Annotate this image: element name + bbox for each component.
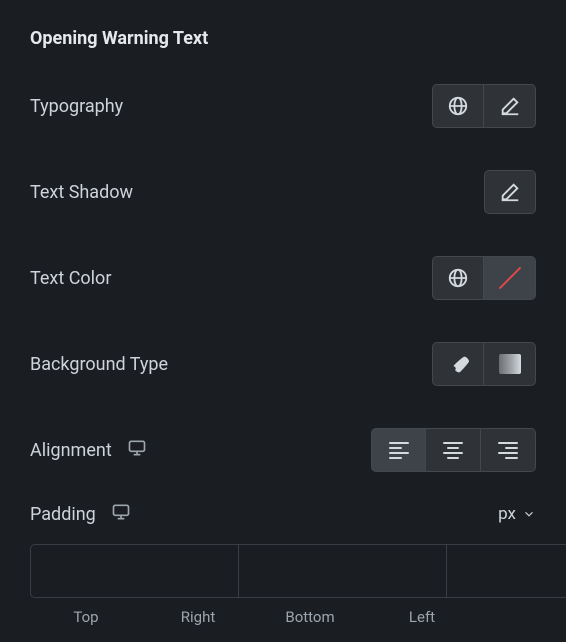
align-center-button[interactable] (426, 428, 481, 472)
align-left-icon (389, 442, 409, 459)
gradient-icon (499, 354, 521, 374)
alignment-controls (371, 428, 536, 472)
desktop-icon (111, 502, 131, 522)
alignment-responsive-button[interactable] (127, 438, 147, 462)
text-color-label: Text Color (30, 268, 111, 289)
padding-responsive-button[interactable] (111, 502, 131, 526)
text-shadow-controls (484, 170, 536, 214)
text-color-row: Text Color (30, 256, 536, 300)
background-type-row: Background Type (30, 342, 536, 386)
padding-side-labels: Top Right Bottom Left (30, 608, 536, 626)
text-shadow-label: Text Shadow (30, 182, 133, 203)
align-left-button[interactable] (371, 428, 426, 472)
text-shadow-edit-button[interactable] (484, 170, 536, 214)
globe-icon (447, 267, 469, 289)
padding-bottom-label: Bottom (254, 608, 366, 626)
text-shadow-row: Text Shadow (30, 170, 536, 214)
background-type-controls (432, 342, 536, 386)
text-color-controls (432, 256, 536, 300)
typography-controls (432, 84, 536, 128)
padding-top-input[interactable] (30, 544, 239, 598)
background-classic-button[interactable] (432, 342, 484, 386)
typography-edit-button[interactable] (484, 84, 536, 128)
align-right-button[interactable] (481, 428, 536, 472)
padding-bottom-input[interactable] (447, 544, 566, 598)
background-type-label: Background Type (30, 354, 168, 375)
chevron-down-icon (522, 507, 536, 521)
padding-top-label: Top (30, 608, 142, 626)
globe-icon (447, 95, 469, 117)
padding-label: Padding (30, 504, 96, 525)
padding-right-label: Right (142, 608, 254, 626)
padding-unit-select[interactable]: px (498, 504, 536, 524)
padding-row: Padding px (30, 502, 536, 526)
alignment-label: Alignment (30, 440, 112, 461)
text-color-global-button[interactable] (432, 256, 484, 300)
pencil-icon (499, 181, 521, 203)
align-center-icon (443, 442, 463, 459)
padding-inputs (30, 544, 536, 598)
background-gradient-button[interactable] (484, 342, 536, 386)
padding-unit-value: px (498, 504, 516, 524)
typography-label: Typography (30, 96, 123, 117)
padding-right-input[interactable] (239, 544, 447, 598)
no-color-icon (498, 267, 521, 290)
typography-row: Typography (30, 84, 536, 128)
desktop-icon (127, 438, 147, 458)
typography-global-button[interactable] (432, 84, 484, 128)
text-color-picker-button[interactable] (484, 256, 536, 300)
alignment-row: Alignment (30, 428, 536, 472)
padding-left-label: Left (366, 608, 478, 626)
pencil-icon (499, 95, 521, 117)
section-title: Opening Warning Text (30, 28, 536, 49)
brush-icon (447, 353, 469, 375)
align-right-icon (498, 442, 518, 459)
